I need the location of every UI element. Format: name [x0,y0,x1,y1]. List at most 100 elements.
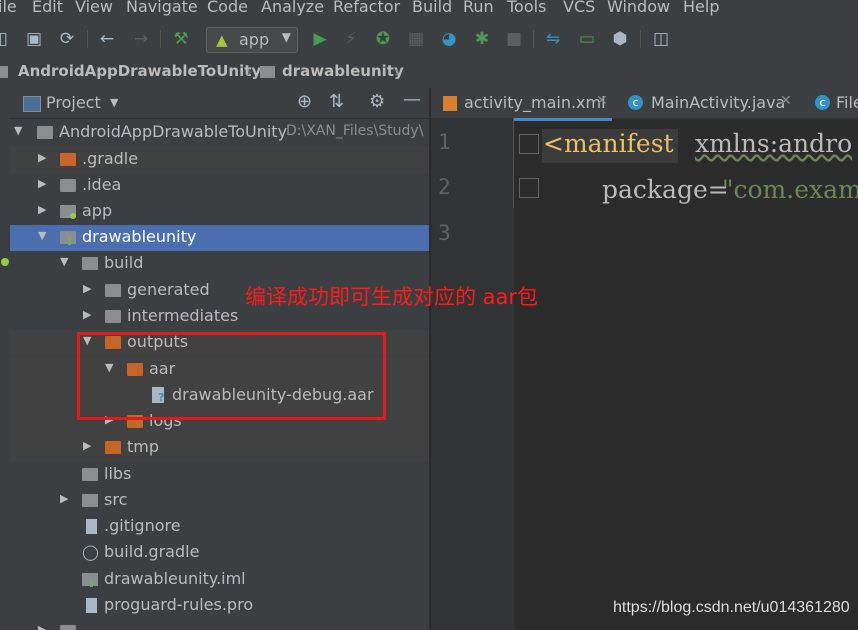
collapsed-arrow-icon: ▶ [83,282,92,295]
tree-item-label: tmp [127,437,160,456]
tree-item-label: src [104,490,128,509]
tree-item-label: intermediates [127,306,239,325]
attach-debugger-icon[interactable]: ✱ [471,28,493,50]
menu-refactor[interactable]: Refactor [333,0,400,16]
breadcrumb-chevron-icon: › [394,62,401,81]
tree-row-gradle[interactable]: ▶ .gradle [10,147,429,173]
avd-manager-icon[interactable]: ▭ [576,28,598,50]
menu-window[interactable]: Window [607,0,670,16]
text-file-icon [86,519,97,534]
tree-row-build[interactable]: ▼ build [10,251,429,277]
tree-item-label: generated [127,280,210,299]
tree-row-proguard[interactable]: proguard-rules.pro [10,593,429,619]
menu-help[interactable]: Help [683,0,719,16]
run-config-dropdown[interactable]: ▲ app ▼ [206,27,298,53]
locate-target-icon[interactable]: ⊕ [297,91,312,112]
close-icon[interactable]: ✕ [780,93,792,109]
tree-row-src[interactable]: ▶ src [10,488,429,514]
sdk-manager-icon[interactable]: ⬢ [609,28,631,50]
expanded-arrow-icon: ▼ [38,229,47,242]
project-panel-title[interactable]: Project [46,93,101,112]
tree-item-label: build [104,253,144,272]
apply-changes-icon[interactable]: ⚡ [340,28,362,50]
xml-file-icon [443,96,457,111]
debug-icon[interactable]: ✪ [372,28,394,50]
tree-row-project-root[interactable]: ▼ AndroidAppDrawableToUnity D:\XAN_Files… [10,120,429,146]
menu-tools[interactable]: Tools [507,0,546,16]
project-path: D:\XAN_Files\Study\ [286,123,424,139]
fold-end-icon[interactable] [519,178,539,198]
collapsed-arrow-icon: ▶ [38,203,47,216]
tree-row-tmp[interactable]: ▶ tmp [10,435,429,461]
collapsed-arrow-icon: ▶ [38,177,47,190]
build-variants-icon[interactable] [1,258,9,266]
tree-row-drawableunity[interactable]: ▼ drawableunity [10,225,429,251]
breadcrumb-module[interactable]: drawableunity [282,62,404,80]
menu-navigate[interactable]: Navigate [126,0,198,16]
main-toolbar: ▯ ▣ ⟳ ← → ⚒ ▲ app ▼ ▶ ⚡ ✪ ▦ ◕ ✱ ■ ⇋ ▭ ⬢ … [0,20,858,59]
project-folder-icon [37,126,53,139]
collapsed-arrow-icon: ▶ [38,623,47,630]
line-number: 3 [438,221,451,245]
project-folder-icon [0,66,8,78]
tree-row-libs[interactable]: libs [10,462,429,488]
line-number: 1 [438,130,451,154]
tree-row-gitignore[interactable]: .gitignore [10,514,429,540]
forward-arrow-icon[interactable]: → [130,28,152,50]
tree-row-iml[interactable]: drawableunity.iml [10,567,429,593]
tree-row-partial[interactable]: ▶ [10,619,429,630]
tab-label: File [836,93,858,112]
tree-item-label: .idea [82,175,122,194]
sync-gradle-icon[interactable]: ⇋ [542,28,564,50]
minimize-icon[interactable]: — [403,89,421,110]
sync-icon[interactable]: ⟳ [56,28,78,50]
menu-file[interactable]: ile [0,0,17,16]
gradle-elephant-icon: ◯ [82,543,99,561]
tree-item-label: app [82,201,113,220]
menu-code[interactable]: Code [207,0,248,16]
hammer-icon[interactable]: ⚒ [170,28,192,50]
tree-row-app[interactable]: ▶ app [10,199,429,225]
java-class-icon: c [815,95,830,110]
breadcrumb-project[interactable]: AndroidAppDrawableToUnity [18,62,261,80]
folder-icon [82,494,98,507]
tab-mainactivity-java[interactable]: c MainActivity.java ✕ [615,88,799,118]
menu-build[interactable]: Build [412,0,452,16]
text-file-icon [86,598,97,613]
menu-run[interactable]: Run [463,0,494,16]
folder-icon [82,257,98,270]
close-icon[interactable]: ✕ [596,93,608,109]
fold-collapse-icon[interactable] [519,134,539,154]
tree-item-label: build.gradle [104,542,200,561]
back-arrow-icon[interactable]: ← [96,28,118,50]
menu-edit[interactable]: Edit [32,0,63,16]
open-folder-icon[interactable]: ▯ [0,28,14,50]
tree-row-idea[interactable]: ▶ .idea [10,173,429,199]
save-icon[interactable]: ▣ [23,28,45,50]
tab-file[interactable]: c File [802,88,858,118]
gauge-icon[interactable]: ◕ [438,28,460,50]
expanded-arrow-icon: ▼ [60,255,69,268]
profile-icon[interactable]: ▦ [405,28,427,50]
tree-row-build-gradle[interactable]: ◯ build.gradle [10,540,429,566]
collapse-all-icon[interactable]: ⇅ [329,91,344,112]
chevron-down-icon[interactable]: ▼ [110,96,118,109]
stop-icon[interactable]: ■ [503,28,525,50]
gutter-divider [513,118,514,208]
tab-activity-main-xml[interactable]: activity_main.xml ✕ [431,88,612,121]
tree-item-label: AndroidAppDrawableToUnity [59,122,288,141]
menu-view[interactable]: View [75,0,113,16]
toolbar-separator [160,30,161,48]
library-module-badge-icon [90,579,93,587]
android-icon: ▲ [216,31,228,49]
code-editor[interactable]: activity_main.xml ✕ c MainActivity.java … [431,88,858,630]
gear-icon[interactable]: ⚙ [369,91,385,112]
folder-icon [60,153,76,166]
folder-icon [60,625,76,630]
line-number: 2 [438,175,451,199]
navigation-bar: AndroidAppDrawableToUnity › drawableunit… [0,58,858,89]
menu-vcs[interactable]: VCS [563,0,595,16]
project-structure-icon[interactable]: ◫ [650,28,672,50]
run-icon[interactable]: ▶ [309,28,331,50]
menu-analyze[interactable]: Analyze [261,0,324,16]
